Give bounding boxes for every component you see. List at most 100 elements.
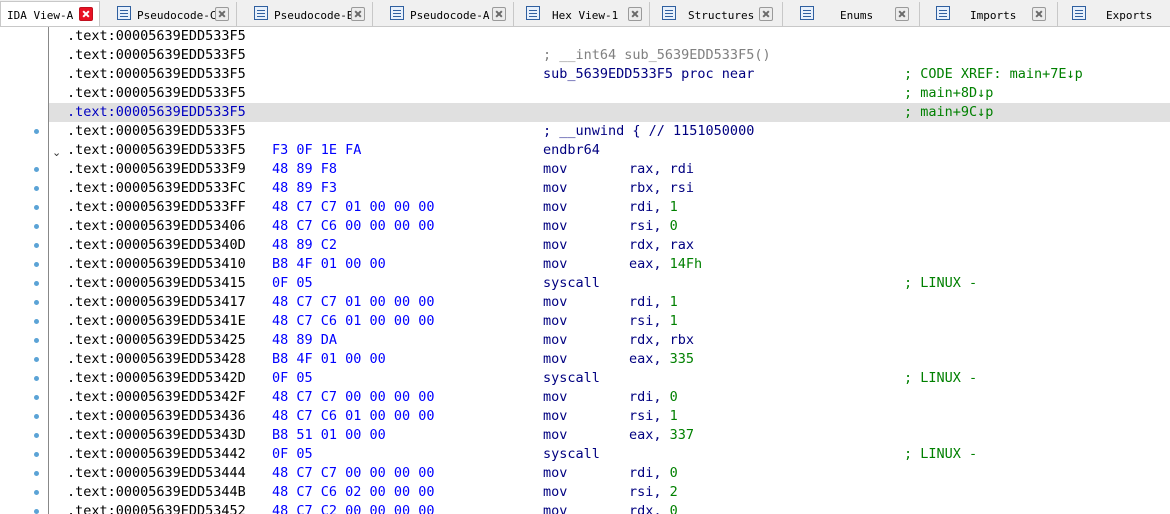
listing-row[interactable]: .text:00005639EDD5344B 48 C7 C6 02 00 00 … [49,483,1170,502]
listing-row[interactable]: .text:00005639EDD533F5 ; __int64 sub_5639… [49,46,1170,65]
tab-hex-view-1[interactable]: Hex View-1 [520,2,650,26]
line-address: .text:00005639EDD533F5 [67,85,246,101]
flow-dot [34,319,39,324]
opcode-bytes: 48 C7 C6 01 00 00 00 [272,313,435,329]
line-address: .text:00005639EDD53425 [67,332,246,348]
line-address: .text:00005639EDD53406 [67,218,246,234]
listing-row[interactable]: .text:00005639EDD53417 48 C7 C7 01 00 00 … [49,293,1170,312]
listing-row[interactable]: .text:00005639EDD53444 48 C7 C7 00 00 00 … [49,464,1170,483]
mnemonic: syscall [543,370,600,386]
flow-dot [34,395,39,400]
listing-row[interactable]: .text:00005639EDD5342D 0F 05 syscall ; LINU… [49,369,1170,388]
listing-row[interactable]: .text:00005639EDD533F5 ; main+8D↓p [49,84,1170,103]
listing-row[interactable]: .text:00005639EDD5341E 48 C7 C6 01 00 00 … [49,312,1170,331]
operands: rdi, 0 [629,389,678,405]
listing-row[interactable]: .text:00005639EDD53428 B8 4F 01 00 00 mov e… [49,350,1170,369]
view-tab-bar: IDA View-A Pseudocode-C Pseudocode-B Pse… [0,0,1170,27]
listing-row[interactable]: .text:00005639EDD533F9 48 89 F8 mov rax, rd… [49,160,1170,179]
tab-enums[interactable]: Enums [794,2,920,26]
disassembly-listing[interactable]: .text:00005639EDD533F5 .text:00005639EDD5… [49,27,1170,514]
close-icon[interactable] [759,7,773,21]
close-icon[interactable] [79,7,93,21]
mnemonic: mov [543,389,568,405]
flow-dot [34,186,39,191]
comment: ; LINUX - [904,275,978,291]
line-address: .text:00005639EDD533F5 [67,104,246,120]
listing-row[interactable]: .text:00005639EDD533F5 ; __unwind { // 11… [49,122,1170,141]
tab-ida-view-a[interactable]: IDA View-A [0,1,100,26]
tab-pseudocode-a[interactable]: Pseudocode-A [384,2,514,26]
mnemonic: mov [543,313,568,329]
line-address: .text:00005639EDD5343D [67,427,246,443]
flow-dot [34,281,39,286]
opcode-bytes: 48 89 F8 [272,161,338,177]
listing-row[interactable]: .text:00005639EDD5340D 48 89 C2 mov rdx, ra… [49,236,1170,255]
tab-label: IDA View-A [7,9,74,22]
enums-icon [800,6,814,20]
close-icon[interactable] [895,7,909,21]
listing-row[interactable]: .text:00005639EDD53415 0F 05 syscall ; LINU… [49,274,1170,293]
comment: ; main+9C↓p [904,104,994,120]
opcode-bytes: B8 51 01 00 00 [272,427,386,443]
flow-dot [34,471,39,476]
listing-row[interactable]: .text:00005639EDD533F5 [49,27,1170,46]
tab-pseudocode-c[interactable]: Pseudocode-C [111,2,237,26]
opcode-bytes: 48 89 C2 [272,237,338,253]
listing-row[interactable]: .text:00005639EDD53410 B8 4F 01 00 00 mov e… [49,255,1170,274]
operands: eax, 14Fh [629,256,703,272]
mnemonic: mov [543,237,568,253]
flow-dot [34,129,39,134]
line-address: .text:00005639EDD53417 [67,294,246,310]
line-address: .text:00005639EDD53436 [67,408,246,424]
flow-dot [34,509,39,514]
flow-dot [34,205,39,210]
tab-exports[interactable]: Exports [1066,2,1170,26]
listing-row[interactable]: .text:00005639EDD53425 48 89 DA mov rdx, rb… [49,331,1170,350]
close-icon[interactable] [351,7,365,21]
listing-row[interactable]: .text:00005639EDD53452 48 C7 C2 00 00 00 … [49,502,1170,514]
tab-pseudocode-b[interactable]: Pseudocode-B [248,2,373,26]
operands: rdx, rax [629,237,695,253]
line-address: .text:00005639EDD53442 [67,446,246,462]
listing-row[interactable]: .text:00005639EDD5342F 48 C7 C7 00 00 00 … [49,388,1170,407]
listing-row[interactable]: .text:00005639EDD533F5 ; main+9C↓p [49,103,1170,122]
operands: eax, 337 [629,427,695,443]
exports-icon [1072,6,1086,20]
mnemonic: mov [543,332,568,348]
line-address: .text:00005639EDD533F9 [67,161,246,177]
opcode-bytes: 48 C7 C6 00 00 00 00 [272,218,435,234]
close-icon[interactable] [1032,7,1046,21]
mnemonic: mov [543,256,568,272]
operands: rdx, rbx [629,332,695,348]
line-address: .text:00005639EDD5341E [67,313,246,329]
mnemonic: mov [543,294,568,310]
close-icon[interactable] [492,7,506,21]
line-address: .text:00005639EDD5342F [67,389,246,405]
listing-row[interactable]: .text:00005639EDD533FF 48 C7 C7 01 00 00 … [49,198,1170,217]
mnemonic: mov [543,465,568,481]
listing-row[interactable]: .text:00005639EDD53442 0F 05 syscall ; LINU… [49,445,1170,464]
line-address: .text:00005639EDD53428 [67,351,246,367]
listing-row[interactable]: .text:00005639EDD533F5 F3 0F 1E FA endbr64 [49,141,1170,160]
listing-row[interactable]: .text:00005639EDD53436 48 C7 C6 01 00 00 … [49,407,1170,426]
operands: rax, rdi [629,161,695,177]
line-address: .text:00005639EDD53452 [67,503,246,514]
mnemonic: endbr64 [543,142,600,158]
tab-structures[interactable]: Structures [656,2,783,26]
mnemonic: mov [543,427,568,443]
structures-icon [662,6,676,20]
comment: ; main+8D↓p [904,85,994,101]
listing-row[interactable]: .text:00005639EDD533FC 48 89 F3 mov rbx, rs… [49,179,1170,198]
operands: rdi, 1 [629,294,678,310]
listing-row[interactable]: .text:00005639EDD533F5 sub_5639EDD533F5 p… [49,65,1170,84]
close-icon[interactable] [215,7,229,21]
listing-row[interactable]: .text:00005639EDD53406 48 C7 C6 00 00 00 … [49,217,1170,236]
line-address: .text:00005639EDD533F5 [67,123,246,139]
flow-dot [34,167,39,172]
close-icon[interactable] [628,7,642,21]
line-address: .text:00005639EDD5340D [67,237,246,253]
listing-row[interactable]: .text:00005639EDD5343D B8 51 01 00 00 mov e… [49,426,1170,445]
mnemonic: syscall [543,446,600,462]
tab-imports[interactable]: Imports [930,2,1058,26]
line-address: .text:00005639EDD5342D [67,370,246,386]
